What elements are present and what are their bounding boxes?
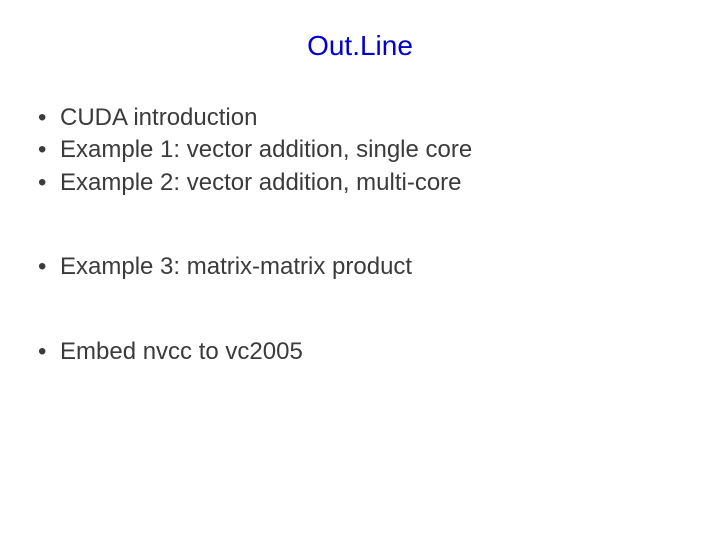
bullet-list: Example 3: matrix-matrix product xyxy=(30,251,690,283)
bullet-item: CUDA introduction xyxy=(30,102,690,134)
bullet-item: Example 2: vector addition, multi-core xyxy=(30,167,690,199)
bullet-item: Embed nvcc to vc2005 xyxy=(30,336,690,368)
bullet-list: CUDA introduction Example 1: vector addi… xyxy=(30,102,690,199)
slide-title: Out.Line xyxy=(30,30,690,62)
bullet-list: Embed nvcc to vc2005 xyxy=(30,336,690,368)
slide: Out.Line CUDA introduction Example 1: ve… xyxy=(0,0,720,540)
spacer xyxy=(30,199,690,251)
spacer xyxy=(30,284,690,336)
bullet-item: Example 3: matrix-matrix product xyxy=(30,251,690,283)
bullet-item: Example 1: vector addition, single core xyxy=(30,134,690,166)
